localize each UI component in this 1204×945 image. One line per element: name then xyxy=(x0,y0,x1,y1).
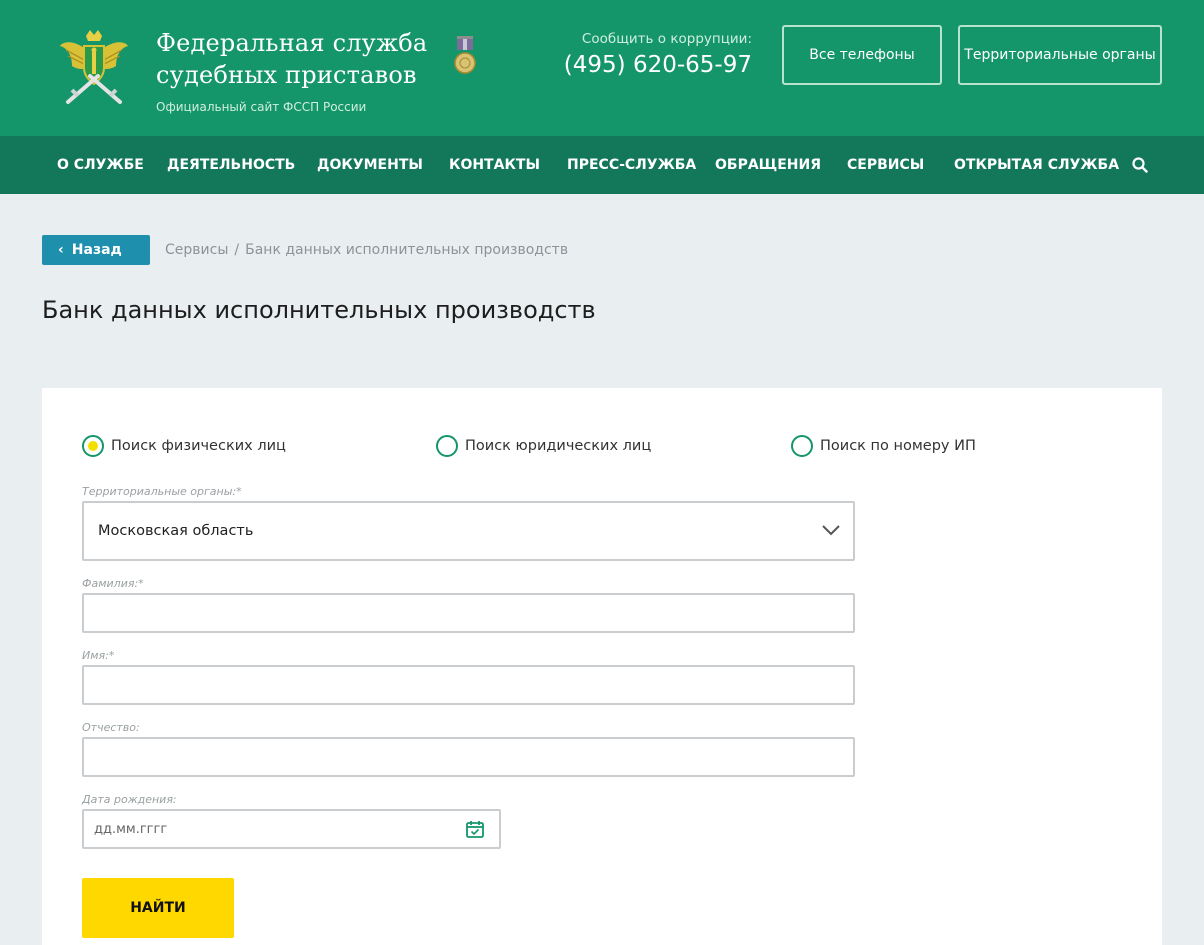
territorial-select[interactable]: Московская область xyxy=(82,501,855,561)
breadcrumb-separator: / xyxy=(234,242,240,258)
lastname-label: Фамилия:* xyxy=(82,577,144,590)
patronymic-field[interactable] xyxy=(82,737,855,777)
territorial-select-value: Московская область xyxy=(98,523,254,539)
calendar-icon[interactable] xyxy=(465,819,485,839)
radio-by-ip-number[interactable]: Поиск по номеру ИП xyxy=(791,434,976,458)
birthdate-label: Дата рождения: xyxy=(82,793,177,806)
firstname-label: Имя:* xyxy=(82,649,115,662)
birthdate-field-wrap xyxy=(82,809,501,849)
chevron-down-icon xyxy=(822,525,840,536)
main-nav: О СЛУЖБЕ ДЕЯТЕЛЬНОСТЬ ДОКУМЕНТЫ КОНТАКТЫ… xyxy=(0,136,1204,194)
find-button[interactable]: НАЙТИ xyxy=(82,878,234,938)
radio-individuals[interactable]: Поиск физических лиц xyxy=(82,434,286,458)
nav-item-documents[interactable]: ДОКУМЕНТЫ xyxy=(317,136,423,194)
lastname-field[interactable] xyxy=(82,593,855,633)
back-button[interactable]: ‹ Назад xyxy=(42,235,150,265)
nav-item-open-service[interactable]: ОТКРЫТАЯ СЛУЖБА xyxy=(954,136,1119,194)
radio-legal-entities[interactable]: Поиск юридических лиц xyxy=(436,434,651,458)
firstname-field[interactable] xyxy=(82,665,855,705)
nav-item-appeals[interactable]: ОБРАЩЕНИЯ xyxy=(715,136,821,194)
radio-dot xyxy=(82,435,104,457)
patronymic-label: Отчество: xyxy=(82,721,140,734)
breadcrumb-services[interactable]: Сервисы xyxy=(165,242,228,258)
birthdate-field[interactable] xyxy=(84,811,444,847)
corruption-label: Сообщить о коррупции: xyxy=(581,31,752,47)
territorial-bodies-button[interactable]: Территориальные органы xyxy=(958,25,1162,85)
back-button-label: Назад xyxy=(71,242,122,258)
search-icon[interactable] xyxy=(1131,156,1149,174)
page-title: Банк данных исполнительных производств xyxy=(42,296,596,324)
site-header: Федеральная служба судебных приставов Оф… xyxy=(0,0,1204,136)
radio-label: Поиск физических лиц xyxy=(111,438,286,454)
all-phones-button[interactable]: Все телефоны xyxy=(782,25,942,85)
radio-label: Поиск юридических лиц xyxy=(465,438,652,454)
nav-item-activity[interactable]: ДЕЯТЕЛЬНОСТЬ xyxy=(167,136,295,194)
corruption-phone[interactable]: (495) 620-65-97 xyxy=(564,52,752,78)
radio-label: Поиск по номеру ИП xyxy=(820,438,976,454)
breadcrumb: Сервисы / Банк данных исполнительных произ… xyxy=(165,242,568,258)
fssp-emblem-icon[interactable] xyxy=(58,26,130,110)
nav-item-services[interactable]: СЕРВИСЫ xyxy=(847,136,924,194)
medal-icon xyxy=(454,36,476,74)
nav-item-about[interactable]: О СЛУЖБЕ xyxy=(57,136,144,194)
nav-item-contacts[interactable]: КОНТАКТЫ xyxy=(449,136,540,194)
territorial-label: Территориальные органы:* xyxy=(82,485,242,498)
org-title[interactable]: Федеральная служба судебных приставов xyxy=(156,27,446,91)
org-subtitle: Официальный сайт ФССП России xyxy=(156,100,367,114)
radio-dot xyxy=(791,435,813,457)
radio-dot xyxy=(436,435,458,457)
breadcrumb-current: Банк данных исполнительных производств xyxy=(245,242,569,258)
nav-item-press[interactable]: ПРЕСС-СЛУЖБА xyxy=(567,136,696,194)
chevron-left-icon: ‹ xyxy=(58,242,64,258)
